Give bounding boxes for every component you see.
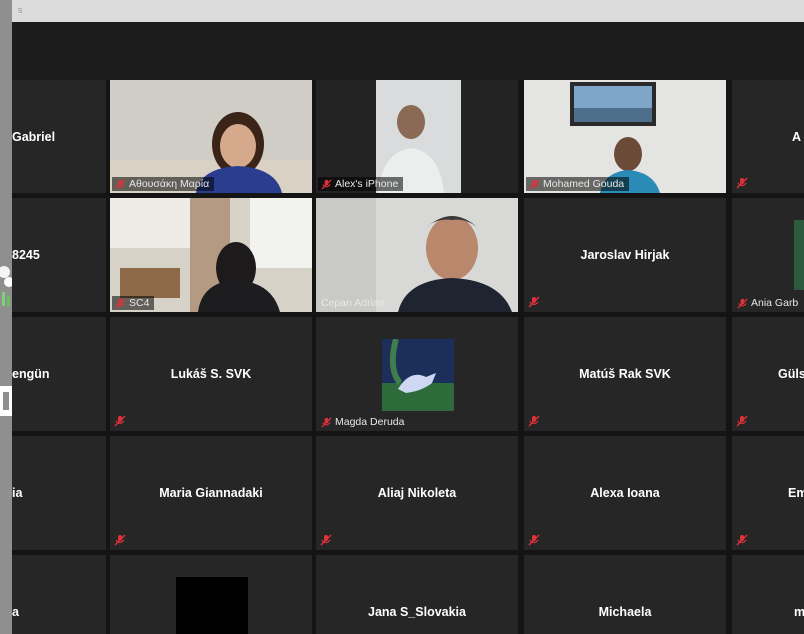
participant-tile-video[interactable]: SC4 (110, 198, 312, 312)
participant-tile[interactable]: Aliaj Nikoleta (316, 436, 518, 550)
participant-name: Michaela (598, 605, 652, 619)
window-title: s (18, 5, 23, 15)
participant-name: Maria Giannadaki (159, 486, 263, 500)
participant-tile[interactable]: 8245 (12, 198, 106, 312)
mic-muted-icon (529, 178, 540, 190)
participant-name: 8245 (12, 248, 40, 262)
participant-video (732, 198, 804, 312)
participant-label: SC4 (112, 296, 155, 310)
mic-muted-icon (528, 296, 540, 308)
participant-tile[interactable]: Michaela (524, 555, 726, 634)
participant-tile[interactable]: Magda Deruda (316, 317, 518, 431)
participant-tile-video[interactable]: Αθουσάκη Μαρία (110, 80, 312, 193)
participant-name: Em (788, 486, 804, 500)
participant-label: Alex's iPhone (318, 177, 404, 191)
participant-name: m (794, 605, 804, 619)
participant-tile[interactable]: A (732, 80, 804, 193)
participant-name: Aliaj Nikoleta (377, 486, 457, 500)
participant-tile-video[interactable]: Cepan Adrian (316, 198, 518, 312)
participant-label: Cepan Adrian (318, 296, 390, 310)
participant-tile[interactable]: Alexa Ioana (524, 436, 726, 550)
mic-muted-icon (736, 177, 748, 189)
participant-tile[interactable]: Maria Giannadaki (110, 436, 312, 550)
participant-tile-video[interactable]: Mohamed Gouda (524, 80, 726, 193)
mic-muted-icon (114, 415, 126, 427)
participant-name: Αθουσάκη Μαρία (129, 178, 210, 190)
participant-tile[interactable]: Em (732, 436, 804, 550)
participant-name: ia (12, 486, 23, 500)
participant-name: Lukáš S. SVK (170, 367, 252, 381)
participant-tile[interactable] (110, 555, 312, 634)
window-titlebar: s (12, 0, 804, 22)
participant-tile-video[interactable]: Alex's iPhone (316, 80, 518, 193)
participant-tile[interactable]: Lukáš S. SVK (110, 317, 312, 431)
participant-name: Jana S_Slovakia (368, 605, 466, 619)
participant-name: Jaroslav Hirjak (580, 248, 670, 262)
mic-muted-icon (736, 534, 748, 546)
video-off-placeholder (176, 577, 248, 634)
participant-name: a (12, 605, 19, 619)
participant-tile[interactable]: Jaroslav Hirjak (524, 198, 726, 312)
mic-muted-icon (115, 178, 126, 190)
participant-tile[interactable]: Güls (732, 317, 804, 431)
participant-name: Alex's iPhone (335, 178, 399, 190)
participant-label: Ania Garb (734, 296, 803, 310)
mic-muted-icon (736, 415, 748, 427)
participant-video (110, 198, 312, 312)
participant-tile[interactable]: Matúš Rak SVK (524, 317, 726, 431)
participant-name: Mohamed Gouda (543, 178, 625, 190)
participant-name: Gabriel (12, 129, 56, 144)
meeting-top-bar (12, 22, 804, 80)
participant-name: SC4 (129, 297, 150, 309)
participant-label: Magda Deruda (318, 415, 409, 429)
participant-video (316, 198, 518, 312)
mic-muted-icon (528, 534, 540, 546)
participant-name: Magda Deruda (335, 416, 405, 428)
participant-tile[interactable]: engün (12, 317, 106, 431)
participant-tile[interactable]: ia (12, 436, 106, 550)
participant-name: Güls (778, 367, 804, 381)
participant-tile[interactable]: Gabriel (12, 80, 106, 193)
participant-name: A (792, 129, 802, 144)
mic-muted-icon (115, 297, 126, 309)
participant-tile[interactable]: a (12, 555, 106, 634)
participant-label: Mohamed Gouda (526, 177, 630, 191)
participant-tile[interactable]: Jana S_Slovakia (316, 555, 518, 634)
participant-name: Matúš Rak SVK (579, 367, 671, 381)
participant-name: Cepan Adrian (321, 297, 385, 309)
left-edge-strip (0, 0, 12, 634)
participant-name: Ania Garb (751, 297, 799, 309)
mic-muted-icon (321, 178, 332, 190)
profile-picture (382, 339, 454, 411)
participant-name: engün (12, 367, 50, 381)
participant-tile-video[interactable]: Ania Garb (732, 198, 804, 312)
participant-tile[interactable]: m (732, 555, 804, 634)
mic-muted-icon (321, 416, 332, 428)
mic-muted-icon (320, 534, 332, 546)
mic-muted-icon (737, 297, 748, 309)
participant-label: Αθουσάκη Μαρία (112, 177, 215, 191)
participant-name: Alexa Ioana (590, 486, 660, 500)
participant-gallery-grid: Gabriel Αθουσάκη Μαρία Alex's iPhone Moh… (12, 80, 804, 634)
mic-muted-icon (528, 415, 540, 427)
mic-muted-icon (114, 534, 126, 546)
